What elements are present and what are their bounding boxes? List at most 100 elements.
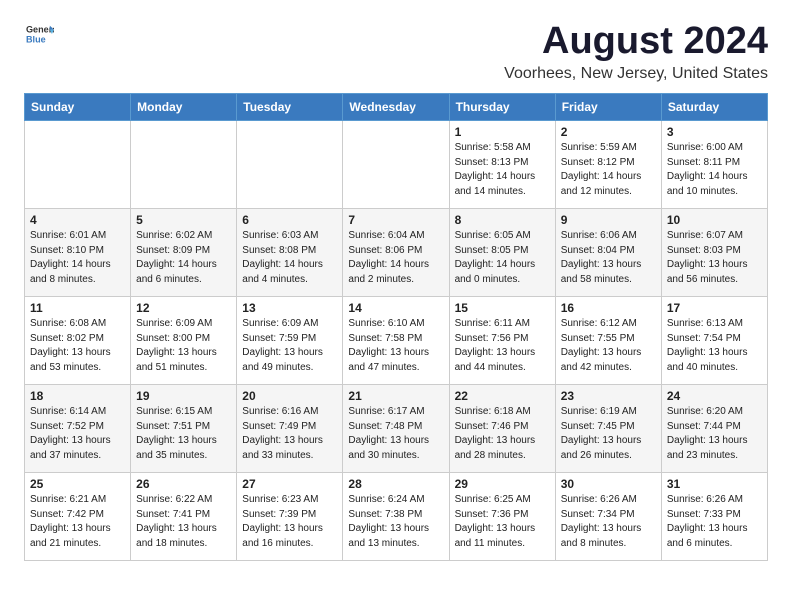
calendar-cell: 26Sunrise: 6:22 AM Sunset: 7:41 PM Dayli…	[131, 473, 237, 561]
calendar-cell: 16 Sunrise: 6:12 AM Sunset: 7:55 PM Dayli…	[555, 297, 661, 385]
day-info: Sunrise: 5:58 AM Sunset: 8:13 PM Dayligh…	[455, 141, 550, 199]
day-info: Sunrise: 6:08 AM Sunset: 8:02 PM Dayligh…	[30, 317, 125, 375]
calendar-cell: 2Sunrise: 5:59 AM Sunset: 8:12 PM Daylig…	[555, 121, 661, 209]
day-number: 5	[136, 213, 231, 227]
calendar-cell: 1 Sunrise: 5:58 AM Sunset: 8:13 PM Daylig…	[449, 121, 555, 209]
calendar-cell: 14 Sunrise: 6:10 AM Sunset: 7:58 PM Dayli…	[343, 297, 449, 385]
calendar-cell: 13 Sunrise: 6:09 AM Sunset: 7:59 PM Dayli…	[237, 297, 343, 385]
day-info: Sunrise: 6:10 AM Sunset: 7:58 PM Dayligh…	[348, 317, 443, 375]
day-number: 25	[30, 477, 125, 491]
calendar-cell: 4Sunrise: 6:01 AM Sunset: 8:10 PM Daylig…	[25, 209, 131, 297]
calendar-cell: 11 Sunrise: 6:08 AM Sunset: 8:02 PM Dayli…	[25, 297, 131, 385]
day-info: Sunrise: 6:21 AM Sunset: 7:42 PM Dayligh…	[30, 493, 125, 551]
day-info: Sunrise: 6:15 AM Sunset: 7:51 PM Dayligh…	[136, 405, 231, 463]
day-number: 30	[561, 477, 656, 491]
day-info: Sunrise: 6:16 AM Sunset: 7:49 PM Dayligh…	[242, 405, 337, 463]
day-number: 15	[455, 301, 550, 315]
day-info: Sunrise: 6:24 AM Sunset: 7:38 PM Dayligh…	[348, 493, 443, 551]
day-number: 27	[242, 477, 337, 491]
day-number: 2	[561, 125, 656, 139]
calendar-cell: 8 Sunrise: 6:05 AM Sunset: 8:05 PM Daylig…	[449, 209, 555, 297]
calendar-week-3: 11 Sunrise: 6:08 AM Sunset: 8:02 PM Dayli…	[25, 297, 768, 385]
day-number: 13	[242, 301, 337, 315]
calendar-week-1: 1 Sunrise: 5:58 AM Sunset: 8:13 PM Daylig…	[25, 121, 768, 209]
calendar-cell: 31Sunrise: 6:26 AM Sunset: 7:33 PM Dayli…	[661, 473, 767, 561]
day-info: Sunrise: 6:19 AM Sunset: 7:45 PM Dayligh…	[561, 405, 656, 463]
calendar-cell: 29 Sunrise: 6:25 AM Sunset: 7:36 PM Dayli…	[449, 473, 555, 561]
day-number: 20	[242, 389, 337, 403]
day-number: 26	[136, 477, 231, 491]
day-number: 29	[455, 477, 550, 491]
day-number: 16	[561, 301, 656, 315]
calendar-cell: 19 Sunrise: 6:15 AM Sunset: 7:51 PM Dayli…	[131, 385, 237, 473]
calendar-cell: 5 Sunrise: 6:02 AM Sunset: 8:09 PM Daylig…	[131, 209, 237, 297]
day-info: Sunrise: 6:07 AM Sunset: 8:03 PM Dayligh…	[667, 229, 762, 287]
month-year-title: August 2024	[504, 20, 768, 63]
weekday-header-sunday: Sunday	[25, 94, 131, 121]
day-number: 12	[136, 301, 231, 315]
calendar-week-4: 18 Sunrise: 6:14 AM Sunset: 7:52 PM Dayli…	[25, 385, 768, 473]
day-number: 21	[348, 389, 443, 403]
day-info: Sunrise: 6:01 AM Sunset: 8:10 PM Dayligh…	[30, 229, 125, 287]
day-number: 9	[561, 213, 656, 227]
day-number: 10	[667, 213, 762, 227]
logo: General Blue	[24, 20, 54, 48]
day-number: 18	[30, 389, 125, 403]
calendar-cell	[343, 121, 449, 209]
day-info: Sunrise: 6:09 AM Sunset: 7:59 PM Dayligh…	[242, 317, 337, 375]
weekday-header-saturday: Saturday	[661, 94, 767, 121]
calendar-cell: 7 Sunrise: 6:04 AM Sunset: 8:06 PM Daylig…	[343, 209, 449, 297]
day-number: 22	[455, 389, 550, 403]
day-info: Sunrise: 6:26 AM Sunset: 7:33 PM Dayligh…	[667, 493, 762, 551]
calendar-cell: 15 Sunrise: 6:11 AM Sunset: 7:56 PM Dayli…	[449, 297, 555, 385]
day-info: Sunrise: 6:05 AM Sunset: 8:05 PM Dayligh…	[455, 229, 550, 287]
day-number: 19	[136, 389, 231, 403]
calendar-cell	[25, 121, 131, 209]
day-number: 23	[561, 389, 656, 403]
calendar-cell: 22 Sunrise: 6:18 AM Sunset: 7:46 PM Dayli…	[449, 385, 555, 473]
calendar-cell: 23 Sunrise: 6:19 AM Sunset: 7:45 PM Dayli…	[555, 385, 661, 473]
calendar-cell	[237, 121, 343, 209]
weekday-header-row: SundayMondayTuesdayWednesdayThursdayFrid…	[25, 94, 768, 121]
day-info: Sunrise: 6:23 AM Sunset: 7:39 PM Dayligh…	[242, 493, 337, 551]
weekday-header-tuesday: Tuesday	[237, 94, 343, 121]
weekday-header-wednesday: Wednesday	[343, 94, 449, 121]
day-number: 24	[667, 389, 762, 403]
calendar-cell: 27 Sunrise: 6:23 AM Sunset: 7:39 PM Dayli…	[237, 473, 343, 561]
calendar-cell	[131, 121, 237, 209]
day-number: 28	[348, 477, 443, 491]
calendar-table: SundayMondayTuesdayWednesdayThursdayFrid…	[24, 93, 768, 561]
calendar-cell: 6Sunrise: 6:03 AM Sunset: 8:08 PM Daylig…	[237, 209, 343, 297]
logo-icon: General Blue	[26, 20, 54, 48]
day-info: Sunrise: 6:26 AM Sunset: 7:34 PM Dayligh…	[561, 493, 656, 551]
day-number: 7	[348, 213, 443, 227]
calendar-cell: 21 Sunrise: 6:17 AM Sunset: 7:48 PM Dayli…	[343, 385, 449, 473]
calendar-cell: 30 Sunrise: 6:26 AM Sunset: 7:34 PM Dayli…	[555, 473, 661, 561]
day-number: 8	[455, 213, 550, 227]
day-info: Sunrise: 6:17 AM Sunset: 7:48 PM Dayligh…	[348, 405, 443, 463]
weekday-header-friday: Friday	[555, 94, 661, 121]
day-info: Sunrise: 6:02 AM Sunset: 8:09 PM Dayligh…	[136, 229, 231, 287]
calendar-week-2: 4Sunrise: 6:01 AM Sunset: 8:10 PM Daylig…	[25, 209, 768, 297]
title-area: August 2024 Voorhees, New Jersey, United…	[504, 20, 768, 83]
day-number: 11	[30, 301, 125, 315]
day-number: 3	[667, 125, 762, 139]
day-info: Sunrise: 6:18 AM Sunset: 7:46 PM Dayligh…	[455, 405, 550, 463]
calendar-cell: 20 Sunrise: 6:16 AM Sunset: 7:49 PM Dayli…	[237, 385, 343, 473]
day-info: Sunrise: 6:04 AM Sunset: 8:06 PM Dayligh…	[348, 229, 443, 287]
day-info: Sunrise: 6:25 AM Sunset: 7:36 PM Dayligh…	[455, 493, 550, 551]
calendar-cell: 10 Sunrise: 6:07 AM Sunset: 8:03 PM Dayli…	[661, 209, 767, 297]
calendar-cell: 28 Sunrise: 6:24 AM Sunset: 7:38 PM Dayli…	[343, 473, 449, 561]
day-info: Sunrise: 6:09 AM Sunset: 8:00 PM Dayligh…	[136, 317, 231, 375]
day-info: Sunrise: 6:12 AM Sunset: 7:55 PM Dayligh…	[561, 317, 656, 375]
svg-text:Blue: Blue	[26, 34, 46, 44]
day-info: Sunrise: 6:13 AM Sunset: 7:54 PM Dayligh…	[667, 317, 762, 375]
day-number: 14	[348, 301, 443, 315]
calendar-week-5: 25 Sunrise: 6:21 AM Sunset: 7:42 PM Dayli…	[25, 473, 768, 561]
day-info: Sunrise: 6:14 AM Sunset: 7:52 PM Dayligh…	[30, 405, 125, 463]
location-subtitle: Voorhees, New Jersey, United States	[504, 65, 768, 83]
day-number: 1	[455, 125, 550, 139]
calendar-cell: 9Sunrise: 6:06 AM Sunset: 8:04 PM Daylig…	[555, 209, 661, 297]
day-info: Sunrise: 6:00 AM Sunset: 8:11 PM Dayligh…	[667, 141, 762, 199]
day-info: Sunrise: 6:11 AM Sunset: 7:56 PM Dayligh…	[455, 317, 550, 375]
